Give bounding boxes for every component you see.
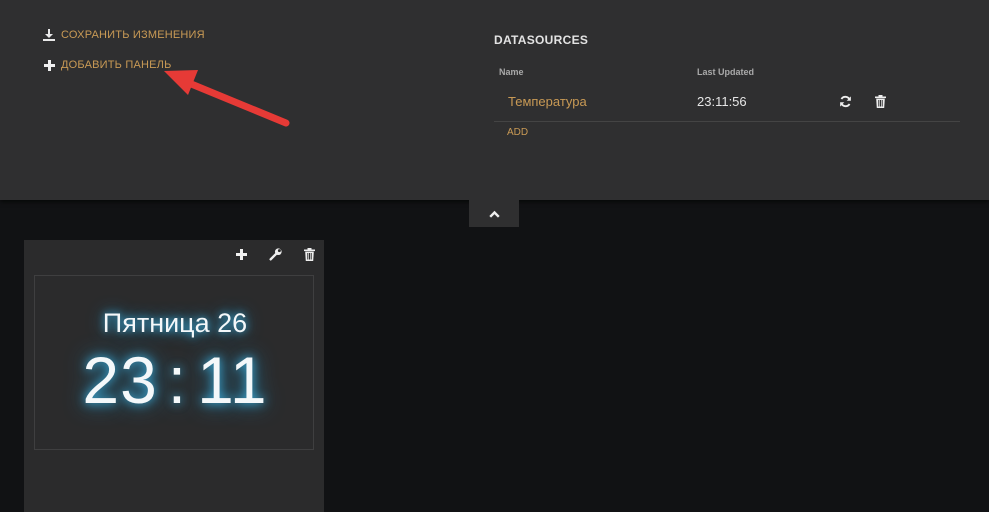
pane-toolbar: [234, 247, 316, 261]
plus-icon[interactable]: [234, 247, 248, 261]
wrench-icon[interactable]: [268, 247, 282, 261]
clock-hours: 23: [82, 343, 158, 417]
clock-widget: Пятница 26 23:11: [34, 275, 314, 450]
datasources-title: DATASOURCES: [494, 33, 589, 47]
admin-bar: СОХРАНИТЬ ИЗМЕНЕНИЯ ДОБАВИТЬ ПАНЕЛЬ DATA…: [0, 0, 989, 200]
dashboard-pane: Пятница 26 23:11: [24, 240, 324, 512]
save-changes-button[interactable]: СОХРАНИТЬ ИЗМЕНЕНИЯ: [42, 28, 205, 42]
datasource-last-updated: 23:11:56: [697, 94, 747, 109]
clock-separator: :: [167, 343, 188, 417]
clock-minutes: 11: [197, 343, 268, 417]
plus-icon: [42, 58, 56, 72]
column-header-last-updated: Last Updated: [697, 67, 755, 77]
column-header-name: Name: [499, 67, 524, 77]
datasource-row: Температура 23:11:56: [494, 84, 960, 122]
chevron-up-icon: [488, 205, 500, 223]
annotation-arrow-icon: [164, 70, 290, 127]
trash-icon[interactable]: [873, 93, 887, 109]
datasource-name-link[interactable]: Температура: [508, 94, 587, 109]
add-datasource-link[interactable]: ADD: [507, 127, 528, 138]
save-changes-label: СОХРАНИТЬ ИЗМЕНЕНИЯ: [61, 29, 205, 41]
download-icon: [42, 28, 56, 42]
toggle-admin-bar-button[interactable]: [469, 200, 519, 227]
clock-day: Пятница 26: [102, 308, 248, 338]
trash-icon[interactable]: [302, 247, 316, 261]
clock-time: 23:11: [35, 342, 315, 418]
refresh-icon[interactable]: [838, 93, 852, 109]
